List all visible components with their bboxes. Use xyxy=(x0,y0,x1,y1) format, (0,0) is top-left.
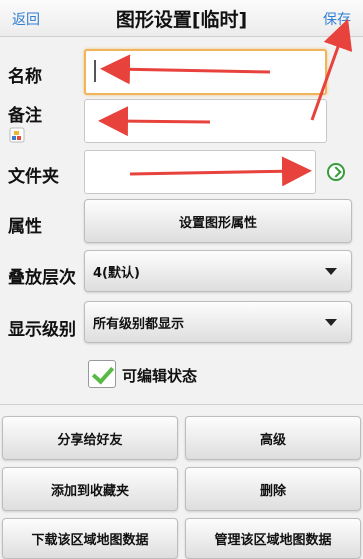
annotation-arrows xyxy=(98,18,353,187)
arrow-to-note-input xyxy=(98,106,211,137)
arrow-to-name-input xyxy=(100,54,271,85)
arrow-to-save-button xyxy=(310,18,353,121)
arrow-to-folder-go-icon xyxy=(129,156,312,187)
